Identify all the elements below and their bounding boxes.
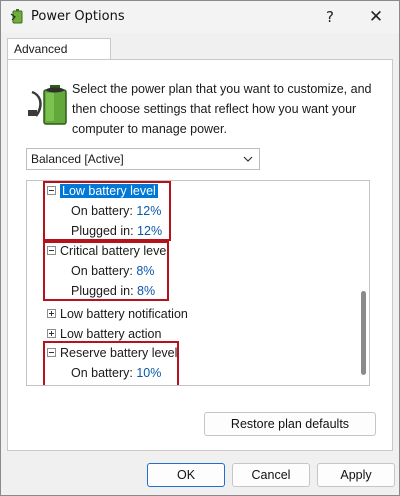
highlight-box: [43, 241, 169, 301]
tree-scrollbar[interactable]: [357, 181, 369, 385]
expand-icon[interactable]: [47, 309, 56, 319]
tree-item-label: Low battery notification: [60, 307, 188, 321]
restore-plan-defaults-button[interactable]: Restore plan defaults: [204, 412, 376, 436]
power-options-app-icon: [10, 9, 23, 24]
scrollbar-thumb[interactable]: [361, 291, 366, 375]
chevron-down-icon: [243, 149, 253, 177]
expand-icon[interactable]: [47, 329, 56, 339]
advanced-settings-panel: Select the power plan that you want to c…: [7, 59, 393, 451]
power-plan-dropdown[interactable]: Balanced [Active]: [26, 148, 260, 170]
tree-item-low-battery-notification[interactable]: Low battery notification: [47, 305, 188, 324]
cancel-button[interactable]: Cancel: [232, 463, 310, 487]
window-title: Power Options: [31, 9, 125, 24]
settings-tree[interactable]: Low battery level On battery: 12% Plugge…: [26, 180, 370, 386]
highlight-box: [43, 181, 171, 241]
tree-item-label: Low battery action: [60, 327, 162, 341]
close-button[interactable]: ✕: [361, 5, 391, 29]
highlight-box: [43, 341, 179, 385]
ok-button[interactable]: OK: [147, 463, 225, 487]
battery-plug-icon: [28, 85, 67, 125]
power-options-dialog: Power Options ? ✕ Advanced settings Sele…: [0, 0, 400, 496]
plan-description: Select the power plan that you want to c…: [72, 82, 372, 136]
apply-button[interactable]: Apply: [317, 463, 395, 487]
tab-advanced-settings[interactable]: Advanced settings: [7, 38, 111, 76]
power-plan-selected-value: Balanced [Active]: [31, 152, 124, 166]
help-button[interactable]: ?: [315, 5, 345, 29]
title-bar: Power Options ? ✕: [1, 1, 399, 33]
